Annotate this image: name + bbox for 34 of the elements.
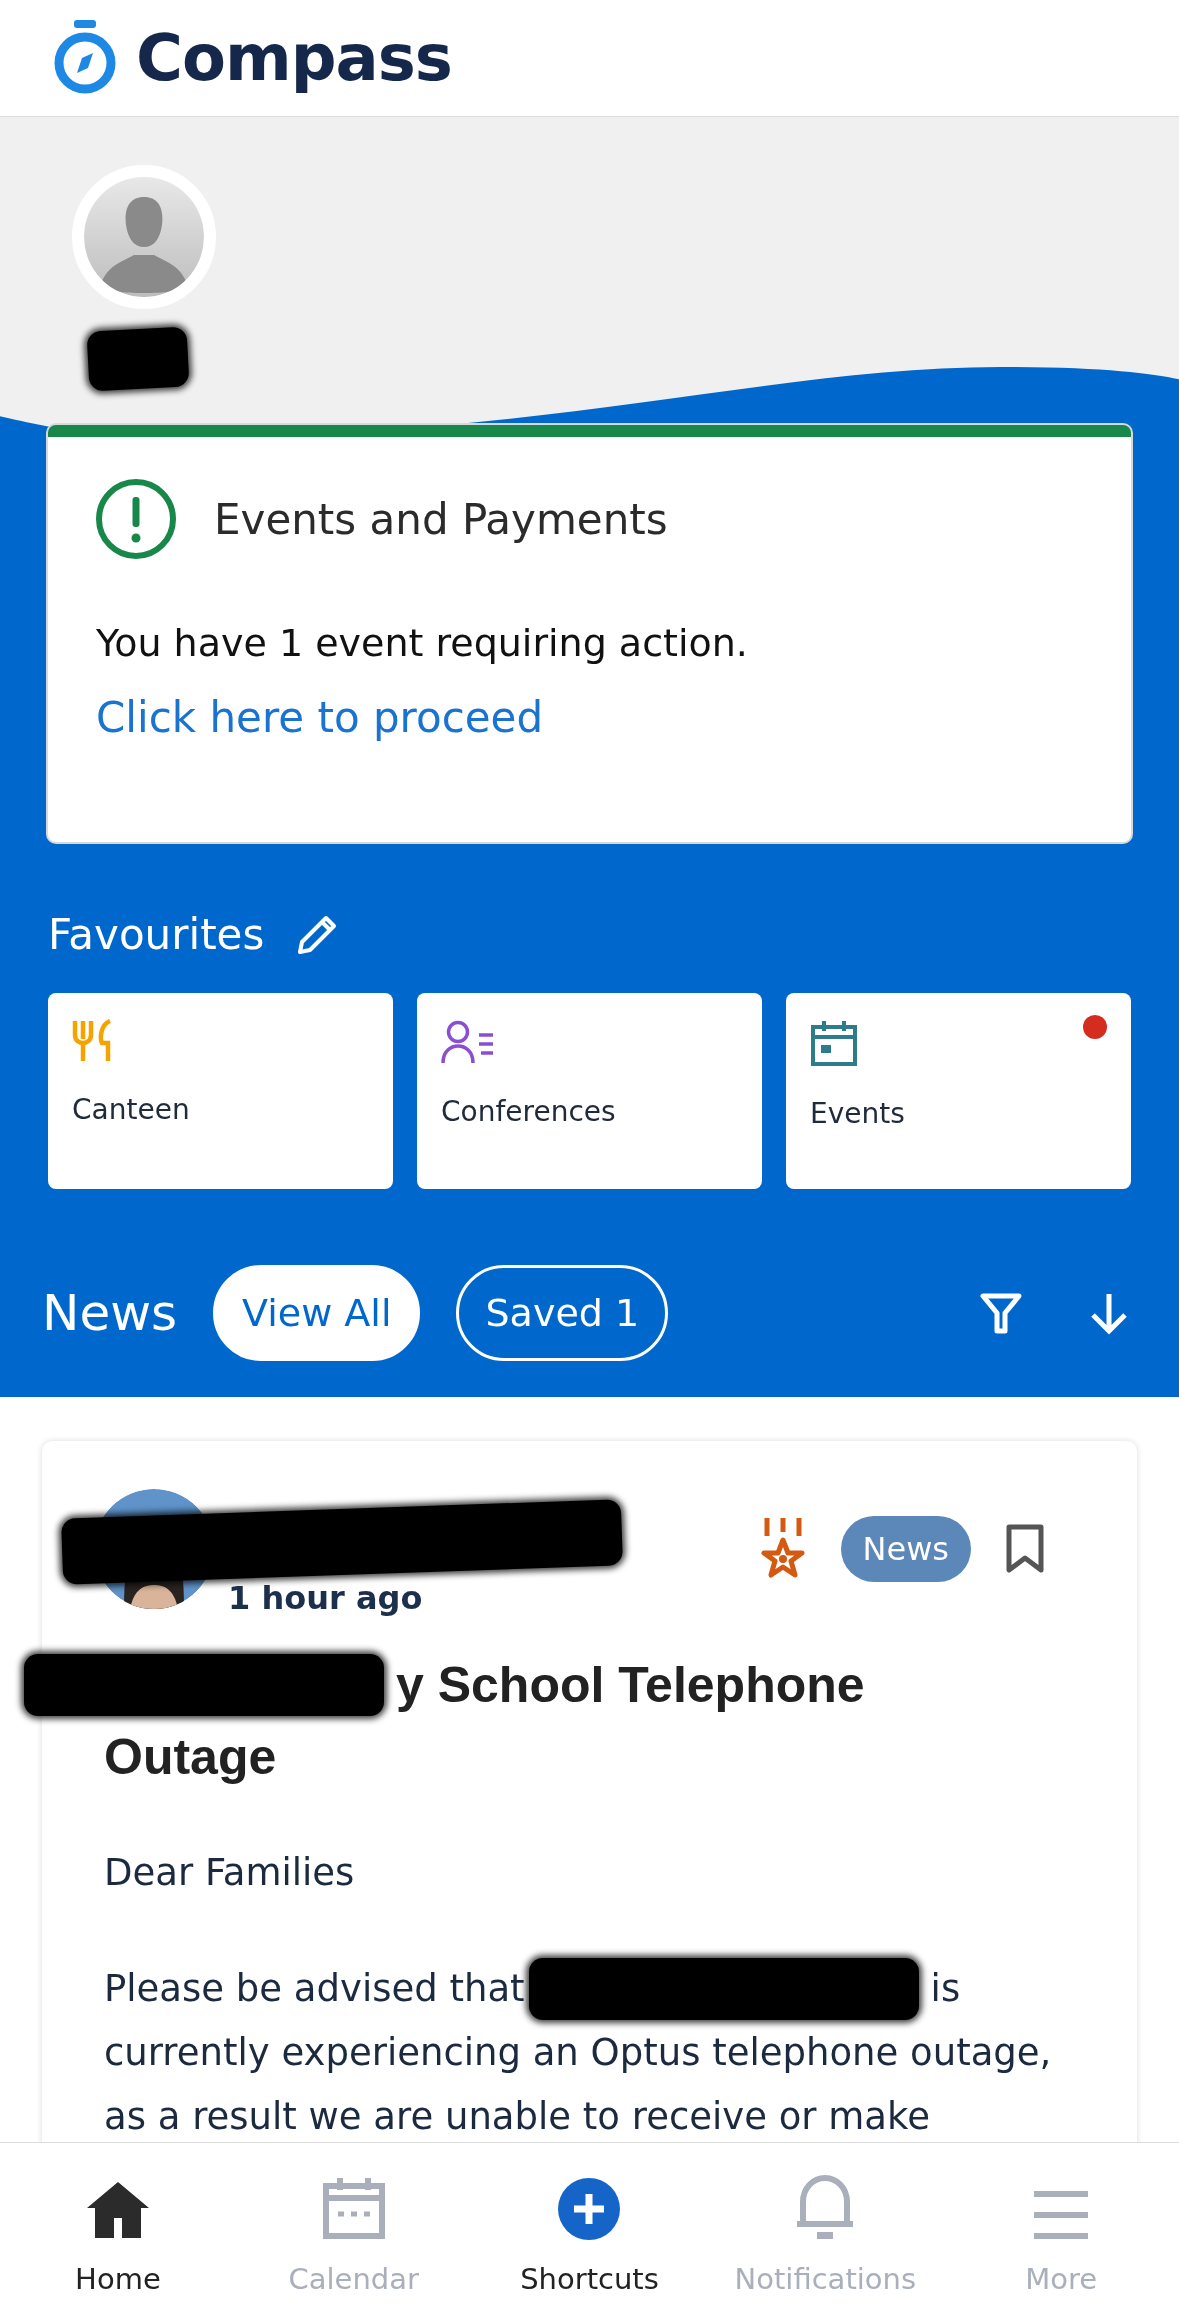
alert-title: Events and Payments <box>214 494 668 544</box>
news-heading: News <box>42 1284 178 1342</box>
profile-avatar[interactable] <box>72 165 216 309</box>
post-time: 1 hour ago <box>228 1579 423 1617</box>
tile-label: Canteen <box>72 1093 190 1126</box>
filter-pill[interactable]: View All <box>213 1265 421 1361</box>
news-badge: News <box>840 1516 971 1582</box>
person-list-icon <box>441 1019 495 1065</box>
post-text: is <box>930 1966 961 2012</box>
filter-pill[interactable]: Saved 1 <box>456 1265 669 1361</box>
menu-icon <box>1032 2190 1091 2240</box>
cutlery-icon <box>72 1019 114 1063</box>
proceed-link[interactable]: Click here to proceed <box>96 693 544 742</box>
favourite-tile[interactable]: Events <box>786 993 1131 1189</box>
favourite-tile[interactable]: Conferences <box>417 993 762 1189</box>
calendar-icon <box>321 2176 386 2240</box>
post-title: Outage <box>104 1728 278 1787</box>
filter-icon[interactable] <box>979 1291 1023 1335</box>
alert-message: You have 1 event requiring action. <box>96 621 749 665</box>
app-logo: Compass <box>136 21 452 95</box>
tile-label: Events <box>810 1097 905 1130</box>
post-title: y School Telephone <box>396 1656 865 1715</box>
favourite-tile[interactable]: Canteen <box>48 993 393 1189</box>
post-text: currently experiencing an Optus telephone outage, as a result we are unable to receive or make <box>104 2030 1053 2140</box>
post-greeting: Dear Families <box>104 1850 356 1896</box>
exclamation-icon <box>94 477 178 561</box>
favourites-heading: Favourites <box>48 910 265 959</box>
post-text: Please be advised that <box>104 1966 525 2012</box>
tile-label: Conferences <box>441 1095 616 1128</box>
nav-tab[interactable]: Home <box>0 2143 236 2322</box>
nav-tab[interactable]: Shortcuts <box>471 2143 708 2322</box>
bookmark-icon[interactable] <box>1005 1524 1045 1574</box>
calendar-icon <box>810 1019 858 1067</box>
plus-circle-icon <box>558 2178 621 2240</box>
